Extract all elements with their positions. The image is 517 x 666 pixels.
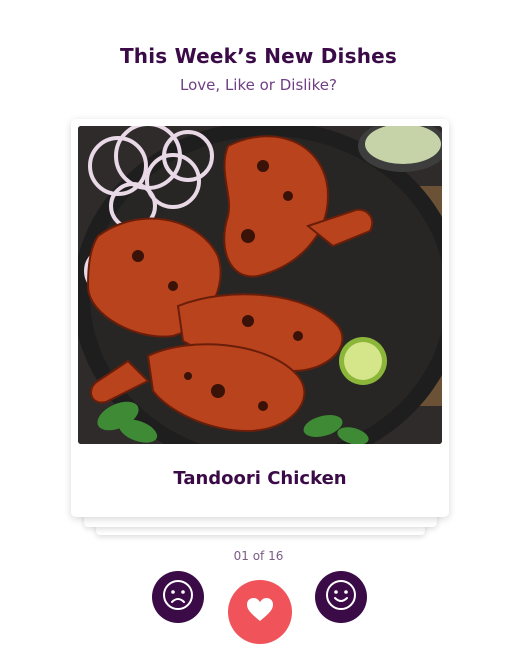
like-button[interactable] <box>315 571 367 623</box>
page-title: This Week’s New Dishes <box>119 44 398 68</box>
dislike-button[interactable] <box>152 571 204 623</box>
happy-face-icon <box>325 579 357 615</box>
dish-card[interactable]: Tandoori Chicken <box>71 119 449 517</box>
dish-photo <box>78 126 442 444</box>
card-counter: 01 of 16 <box>233 549 284 563</box>
dish-name: Tandoori Chicken <box>173 468 347 489</box>
heart-icon <box>246 597 274 627</box>
love-button[interactable] <box>228 580 292 644</box>
page-subtitle: Love, Like or Dislike? <box>180 76 337 94</box>
sad-face-icon <box>162 579 194 615</box>
